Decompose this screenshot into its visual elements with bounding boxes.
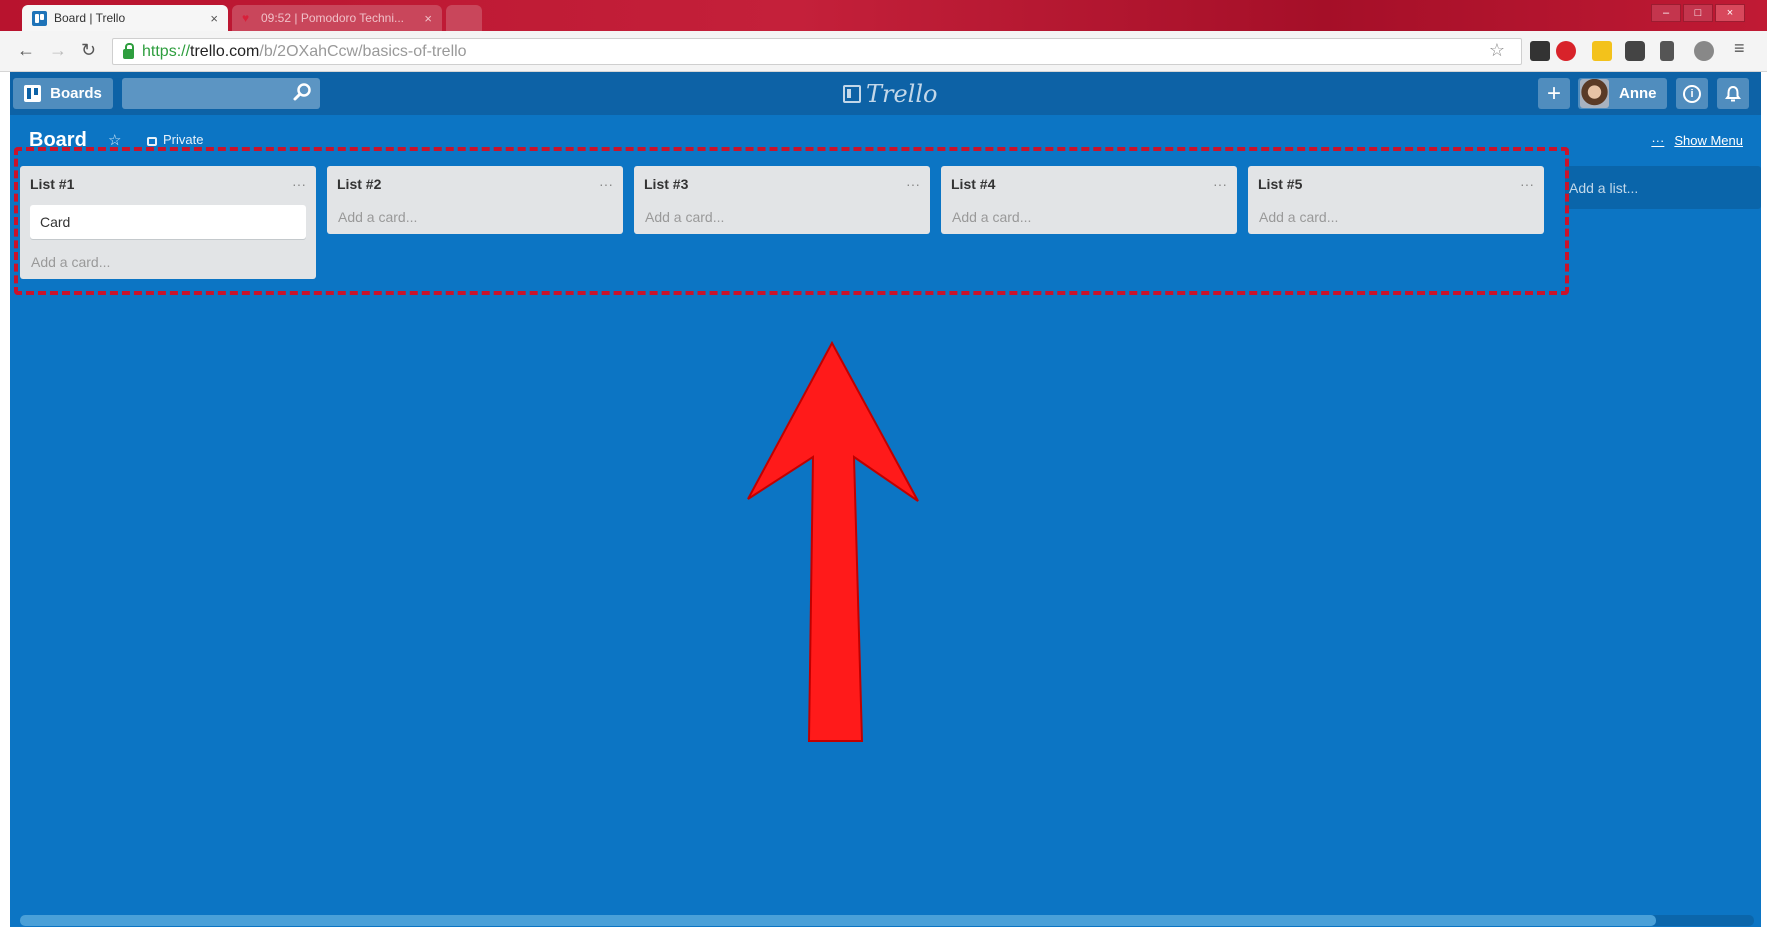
notifications-button[interactable]: [1717, 78, 1749, 109]
user-name: Anne: [1619, 85, 1657, 102]
visibility-label: Private: [163, 132, 204, 147]
notes-extension-icon[interactable]: [1592, 41, 1612, 61]
settings-extension-icon[interactable]: [1694, 41, 1714, 61]
right-edge: [1761, 72, 1767, 927]
tab-title: Board | Trello: [54, 11, 126, 25]
extension-store-icon[interactable]: [1530, 41, 1550, 61]
trello-favicon-icon: [32, 10, 47, 26]
minimize-button[interactable]: –: [1651, 4, 1681, 22]
info-icon: i: [1683, 84, 1701, 103]
lock-icon: [123, 42, 134, 59]
boards-button[interactable]: Boards: [13, 78, 113, 109]
bookmark-star-icon[interactable]: ☆: [1489, 40, 1505, 61]
url-scheme: https://: [142, 42, 191, 60]
address-bar[interactable]: https:// trello.com /b/2OXahCcw/basics-o…: [112, 38, 1522, 65]
close-window-button[interactable]: ×: [1715, 4, 1745, 22]
add-list-button[interactable]: Add a list...: [1565, 166, 1761, 209]
menu-dots-icon: ···: [1651, 133, 1665, 148]
trello-logo-icon: [843, 85, 861, 103]
url-path: /b/2OXahCcw/basics-of-trello: [259, 42, 467, 60]
highlight-box: [14, 147, 1569, 295]
tab-close-icon[interactable]: ×: [424, 11, 432, 26]
boards-label: Boards: [50, 85, 102, 102]
heart-favicon-icon: ♥: [242, 11, 250, 25]
trello-logo-text: Trello: [866, 80, 938, 108]
trello-logo[interactable]: Trello: [843, 80, 937, 108]
boards-icon: [24, 85, 42, 102]
maximize-button[interactable]: □: [1683, 4, 1713, 22]
user-menu-button[interactable]: Anne: [1578, 78, 1667, 109]
layers-extension-icon[interactable]: [1625, 41, 1645, 61]
forward-arrow-icon[interactable]: →: [49, 40, 67, 61]
show-menu-link[interactable]: ··· Show Menu: [1651, 133, 1743, 148]
evernote-icon[interactable]: [1660, 41, 1674, 61]
pinterest-icon[interactable]: [1556, 41, 1576, 61]
tab-title: 09:52 | Pomodoro Techni...: [261, 11, 404, 25]
info-button[interactable]: i: [1676, 78, 1708, 109]
left-edge: [0, 72, 10, 927]
search-icon: [293, 83, 311, 101]
avatar: [1580, 79, 1609, 108]
chrome-menu-icon[interactable]: ≡: [1734, 38, 1745, 59]
browser-titlebar: Board | Trello × ♥ 09:52 | Pomodoro Tech…: [0, 0, 1767, 31]
window-controls: – □ ×: [1651, 4, 1745, 22]
show-menu-label: Show Menu: [1674, 133, 1743, 148]
browser-toolbar: ← → ↻ https:// trello.com /b/2OXahCcw/ba…: [0, 31, 1767, 72]
add-button[interactable]: +: [1538, 78, 1570, 109]
new-tab-button[interactable]: [446, 5, 482, 31]
url-host: trello.com: [190, 42, 260, 60]
visibility-button[interactable]: Private: [147, 132, 203, 147]
tab-close-icon[interactable]: ×: [210, 11, 218, 26]
search-input[interactable]: [122, 78, 320, 109]
lock-icon: [147, 136, 157, 146]
horizontal-scrollbar-thumb[interactable]: [20, 915, 1656, 926]
bell-icon: [1725, 85, 1741, 101]
tab-trello[interactable]: Board | Trello ×: [22, 5, 228, 31]
arrow-up-icon: [747, 340, 919, 742]
tab-pomodoro[interactable]: ♥ 09:52 | Pomodoro Techni... ×: [232, 5, 442, 31]
back-arrow-icon[interactable]: ←: [17, 40, 35, 61]
reload-icon[interactable]: ↻: [81, 40, 96, 61]
